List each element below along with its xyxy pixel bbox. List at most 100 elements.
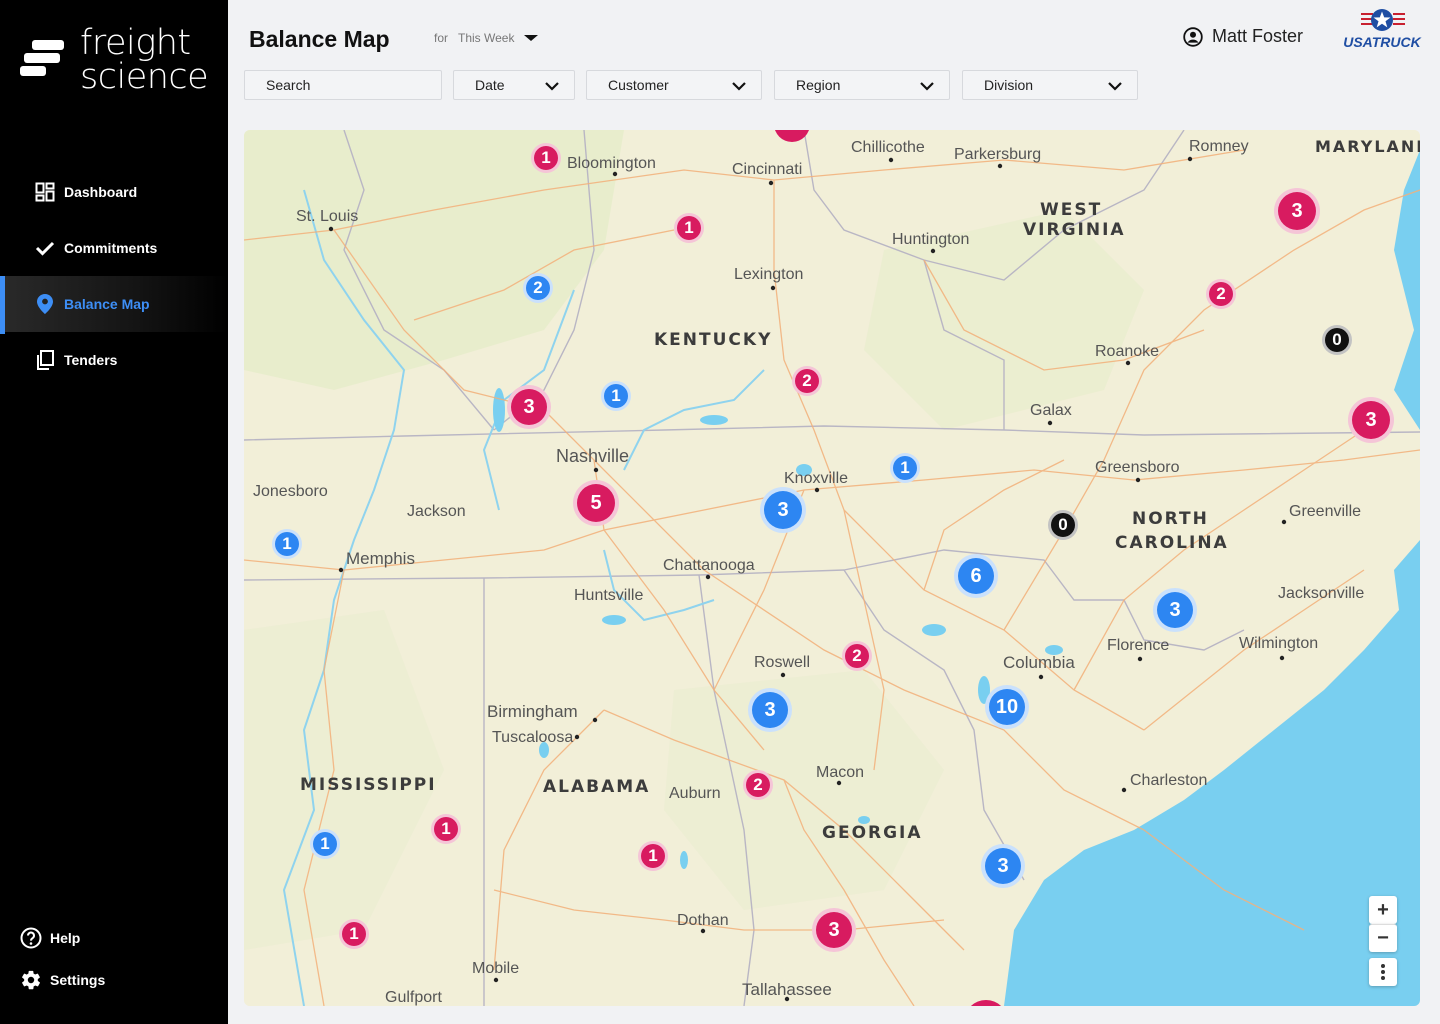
check-icon — [34, 237, 56, 259]
division-filter[interactable]: Division — [962, 70, 1138, 100]
cluster-marker-inbound[interactable]: 10 — [985, 685, 1029, 729]
help-link[interactable]: Help — [20, 924, 105, 952]
sidebar-item-dashboard[interactable]: Dashboard — [0, 164, 228, 220]
sidebar-item-balance-map[interactable]: Balance Map — [0, 276, 228, 334]
cluster-marker-inbound[interactable]: 1 — [272, 529, 302, 559]
city-label: Columbia — [1003, 653, 1075, 672]
state-label: MISSISSIPPI — [300, 775, 437, 795]
zoom-in-button[interactable]: + — [1369, 896, 1397, 924]
cluster-marker-outbound[interactable]: 2 — [792, 366, 822, 396]
main-nav: Dashboard Commitments Balance Map Tender… — [0, 164, 228, 388]
cluster-marker-inbound[interactable]: 1 — [890, 453, 920, 483]
cluster-marker-inbound[interactable]: 3 — [981, 844, 1025, 888]
user-avatar-icon — [1183, 26, 1203, 47]
location-pin-icon — [34, 293, 56, 315]
customer-filter[interactable]: Customer — [586, 70, 762, 100]
chevron-down-icon — [1108, 82, 1122, 91]
city-label: Gulfport — [385, 989, 442, 1006]
date-filter-label: Date — [475, 77, 505, 93]
state-label: ALABAMA — [543, 777, 650, 797]
city-label: Huntsville — [574, 587, 643, 604]
sidebar-item-tenders[interactable]: Tenders — [0, 332, 228, 388]
client-logo-star-icon — [1361, 9, 1405, 31]
cluster-marker-inbound[interactable]: 1 — [310, 829, 340, 859]
sidebar-item-commitments[interactable]: Commitments — [0, 220, 228, 276]
cluster-marker-outbound[interactable]: 1 — [531, 143, 561, 173]
city-label: Parkersburg — [954, 146, 1041, 163]
date-filter[interactable]: Date — [453, 70, 575, 100]
caret-down-icon — [524, 35, 539, 41]
sidebar-item-label: Balance Map — [64, 296, 150, 312]
city-label: Tuscaloosa — [492, 729, 573, 746]
period-prefix: for — [434, 31, 449, 45]
chevron-down-icon — [920, 82, 934, 91]
city-label: Chattanooga — [663, 557, 755, 574]
city-label: Jackson — [407, 503, 466, 520]
search-field[interactable] — [244, 70, 442, 100]
region-filter[interactable]: Region — [774, 70, 950, 100]
help-label: Help — [50, 930, 81, 946]
city-label: Cincinnati — [732, 161, 802, 178]
more-options-button[interactable] — [1369, 958, 1397, 986]
settings-link[interactable]: Settings — [20, 966, 105, 994]
map-basemap: KENTUCKY WEST VIRGINIA MARYLAND NORTH CA… — [244, 130, 1420, 1006]
cluster-marker-neutral[interactable]: 0 — [1322, 325, 1352, 355]
city-label: Greensboro — [1095, 459, 1180, 476]
state-label: MARYLAND — [1315, 137, 1420, 156]
city-label: Nashville — [556, 446, 629, 466]
cluster-marker-outbound[interactable]: 2 — [842, 641, 872, 671]
more-vertical-icon — [1381, 964, 1385, 980]
city-label: Huntington — [892, 231, 969, 248]
settings-label: Settings — [50, 972, 106, 988]
city-label: Roanoke — [1095, 343, 1159, 360]
cluster-marker-outbound[interactable]: 5 — [573, 480, 619, 526]
state-label: NORTH — [1132, 509, 1209, 529]
cluster-marker-outbound[interactable]: 1 — [674, 213, 704, 243]
user-menu[interactable]: Matt Foster — [1183, 26, 1303, 47]
cluster-marker-outbound[interactable]: 3 — [1274, 188, 1320, 234]
chevron-down-icon — [732, 82, 746, 91]
state-label: KENTUCKY — [654, 330, 772, 350]
sidebar-item-label: Commitments — [64, 240, 158, 256]
search-input[interactable] — [266, 77, 436, 93]
balance-map[interactable]: KENTUCKY WEST VIRGINIA MARYLAND NORTH CA… — [244, 130, 1420, 1006]
chevron-down-icon — [545, 82, 559, 91]
sidebar-footer: Help Settings — [20, 924, 105, 1008]
cluster-marker-outbound[interactable]: 2 — [1206, 279, 1236, 309]
cluster-marker-inbound[interactable]: 3 — [1153, 588, 1197, 632]
cluster-marker-outbound[interactable]: 3 — [507, 385, 551, 429]
help-icon — [20, 927, 42, 949]
city-label: Jonesboro — [253, 483, 328, 500]
zoom-out-button[interactable]: − — [1369, 924, 1397, 952]
city-label: Charleston — [1130, 772, 1207, 789]
city-label: Birmingham — [487, 702, 578, 721]
app-logo[interactable]: freight science — [20, 26, 209, 95]
cluster-marker-outbound[interactable]: 1 — [638, 841, 668, 871]
period-value: This Week — [458, 31, 515, 45]
cluster-marker-inbound[interactable]: 1 — [601, 381, 631, 411]
state-label: GEORGIA — [822, 823, 923, 843]
city-label: Jacksonville — [1278, 585, 1364, 602]
cluster-marker-outbound[interactable]: 1 — [431, 814, 461, 844]
city-label: Florence — [1107, 637, 1169, 654]
period-selector[interactable]: for This Week — [434, 31, 539, 45]
cluster-marker-neutral[interactable]: 0 — [1048, 510, 1078, 540]
city-label: Greenville — [1289, 503, 1361, 520]
state-label: CAROLINA — [1115, 533, 1229, 553]
page-title: Balance Map — [249, 26, 390, 52]
cluster-marker-inbound[interactable]: 3 — [760, 487, 806, 533]
state-label: VIRGINIA — [1023, 220, 1126, 240]
region-filter-label: Region — [796, 77, 841, 93]
cluster-marker-outbound[interactable]: 2 — [743, 770, 773, 800]
city-label: Wilmington — [1239, 635, 1318, 652]
city-label: Macon — [816, 764, 864, 781]
cluster-marker-outbound[interactable]: 1 — [339, 919, 369, 949]
cluster-marker-inbound[interactable]: 6 — [954, 554, 998, 598]
cluster-marker-outbound[interactable]: 3 — [1348, 397, 1394, 443]
cluster-marker-outbound[interactable]: 3 — [812, 908, 856, 952]
state-label: WEST — [1040, 200, 1102, 220]
cluster-marker-inbound[interactable]: 3 — [748, 688, 792, 732]
cluster-marker-inbound[interactable]: 2 — [523, 273, 553, 303]
city-label: Chillicothe — [851, 139, 925, 156]
city-label: St. Louis — [296, 208, 358, 225]
